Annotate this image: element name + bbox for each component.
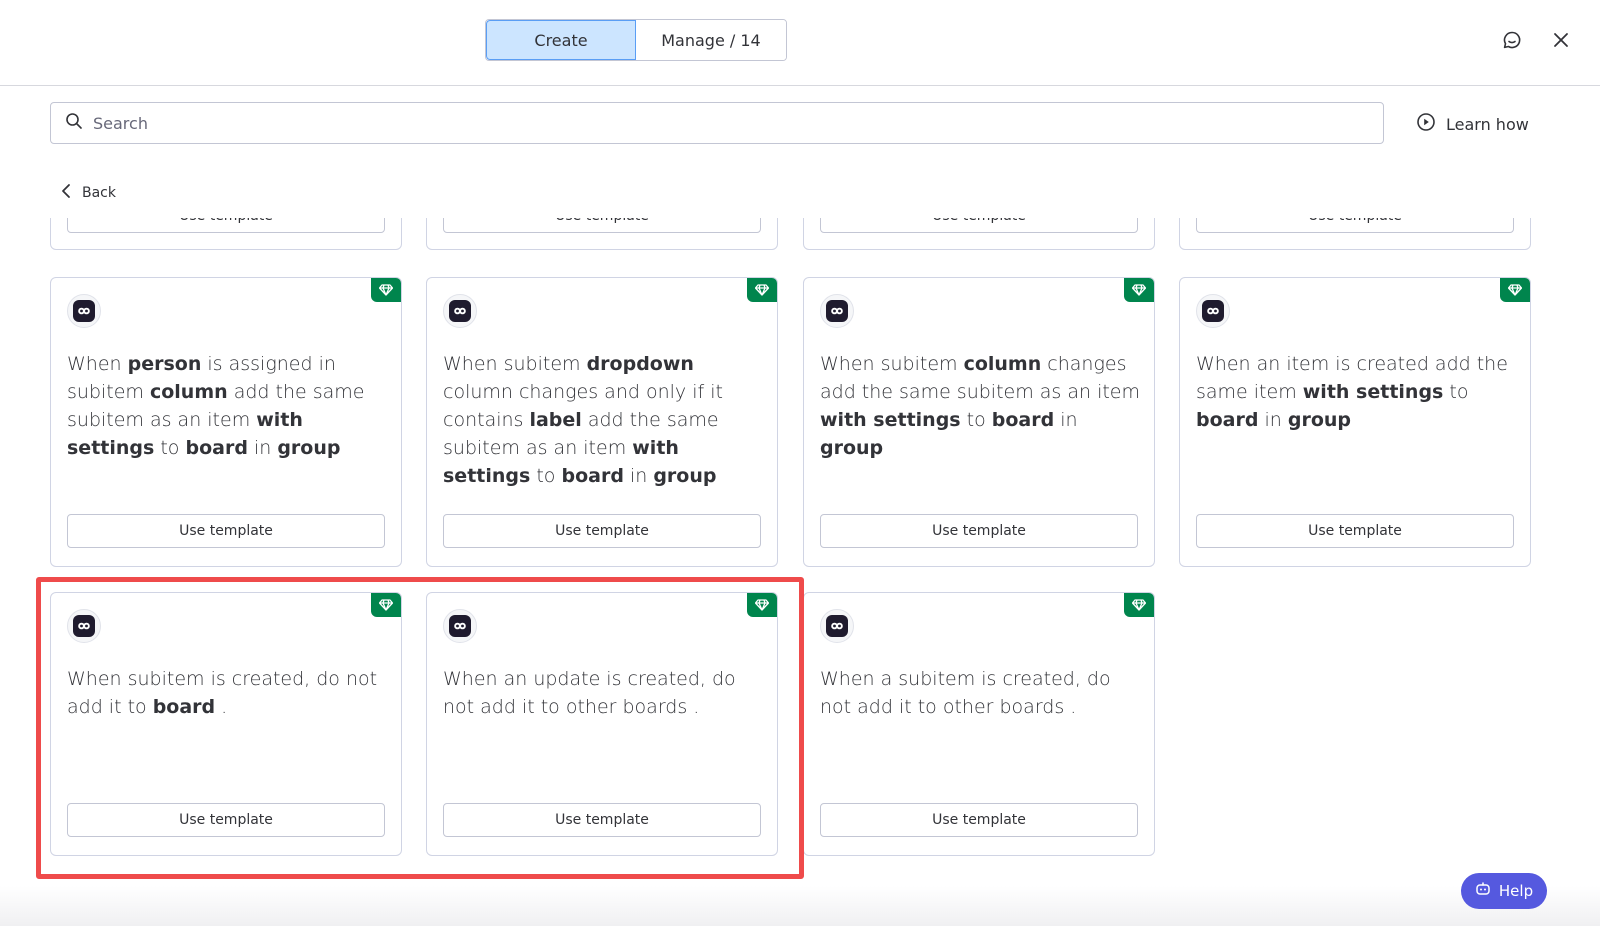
- play-circle-icon: [1416, 112, 1446, 136]
- chevron-left-icon: [60, 183, 82, 203]
- search-box: [50, 102, 1384, 144]
- template-card: When a subitem is created, do not add it…: [803, 592, 1155, 856]
- template-card: Use template: [50, 218, 402, 250]
- premium-diamond-icon: [1124, 593, 1154, 617]
- back-label: Back: [82, 185, 116, 201]
- premium-diamond-icon: [371, 278, 401, 302]
- template-card: When subitem dropdown column changes and…: [426, 277, 778, 567]
- template-card: Use template: [426, 218, 778, 250]
- use-template-button[interactable]: Use template: [1196, 218, 1514, 233]
- app-logo-icon: [443, 294, 477, 328]
- template-description: When subitem dropdown column changes and…: [443, 353, 723, 487]
- app-logo-icon: [67, 609, 101, 643]
- template-description: When an item is created add the same ite…: [1196, 353, 1508, 431]
- use-template-button[interactable]: Use template: [443, 803, 761, 837]
- premium-diamond-icon: [1124, 278, 1154, 302]
- app-logo-icon: [443, 609, 477, 643]
- template-keyword: group: [277, 437, 341, 459]
- bottom-shadow: [0, 886, 1600, 926]
- premium-diamond-icon: [747, 278, 777, 302]
- template-card: Use template: [1179, 218, 1531, 250]
- use-template-button[interactable]: Use template: [443, 218, 761, 233]
- template-card: Use template: [803, 218, 1155, 250]
- template-card: When subitem column changes add the same…: [803, 277, 1155, 567]
- template-card: When an item is created add the same ite…: [1179, 277, 1531, 567]
- template-card: When subitem is created, do not add it t…: [50, 592, 402, 856]
- use-template-button[interactable]: Use template: [820, 218, 1138, 233]
- template-keyword: group: [1287, 409, 1352, 431]
- learn-how-label: Learn how: [1446, 114, 1529, 134]
- template-card: When person is assigned in subitem colum…: [50, 277, 402, 567]
- tab-manage[interactable]: Manage / 14: [636, 20, 786, 60]
- use-template-button[interactable]: Use template: [443, 514, 761, 548]
- use-template-button[interactable]: Use template: [1196, 514, 1514, 548]
- template-grid: Use template Use template Use template U…: [0, 218, 1600, 926]
- app-logo-icon: [820, 294, 854, 328]
- tab-create[interactable]: Create: [486, 20, 636, 60]
- use-template-button[interactable]: Use template: [820, 514, 1138, 548]
- template-keyword: with settings: [820, 409, 961, 431]
- use-template-button[interactable]: Use template: [67, 218, 385, 233]
- back-button[interactable]: Back: [60, 183, 116, 203]
- template-keyword: person: [127, 353, 202, 375]
- template-keyword: group: [653, 465, 717, 487]
- search-icon: [65, 112, 83, 134]
- robot-icon: [1475, 882, 1499, 900]
- template-keyword: label: [529, 409, 582, 431]
- template-card: When an update is created, do not add it…: [426, 592, 778, 856]
- template-keyword: board: [561, 465, 624, 487]
- app-logo-icon: [1196, 294, 1230, 328]
- premium-diamond-icon: [371, 593, 401, 617]
- use-template-button[interactable]: Use template: [67, 514, 385, 548]
- help-label: Help: [1498, 882, 1534, 900]
- template-description: When subitem column changes add the same…: [820, 353, 1141, 459]
- use-template-button[interactable]: Use template: [820, 803, 1138, 837]
- template-keyword: dropdown: [586, 353, 694, 375]
- app-logo-icon: [820, 609, 854, 643]
- template-description: When an update is created, do not add it…: [443, 668, 736, 718]
- feedback-icon[interactable]: [1500, 28, 1524, 52]
- template-keyword: board: [991, 409, 1055, 431]
- top-bar: Create Manage / 14: [0, 0, 1600, 86]
- close-icon[interactable]: [1549, 28, 1573, 52]
- template-keyword: column: [963, 353, 1042, 375]
- template-keyword: board: [1196, 409, 1259, 431]
- search-input[interactable]: [93, 113, 1293, 133]
- view-tabs: Create Manage / 14: [485, 19, 787, 61]
- premium-diamond-icon: [747, 593, 777, 617]
- help-button[interactable]: Help: [1461, 873, 1547, 909]
- template-description: When subitem is created, do not add it t…: [67, 668, 378, 718]
- template-keyword: with settings: [1302, 381, 1444, 403]
- premium-diamond-icon: [1500, 278, 1530, 302]
- template-keyword: board: [152, 696, 216, 718]
- learn-how-link[interactable]: Learn how: [1416, 111, 1529, 137]
- use-template-button[interactable]: Use template: [67, 803, 385, 837]
- template-keyword: group: [820, 437, 884, 459]
- template-keyword: board: [185, 437, 248, 459]
- template-description: When person is assigned in subitem colum…: [67, 353, 365, 459]
- app-logo-icon: [67, 294, 101, 328]
- template-description: When a subitem is created, do not add it…: [820, 668, 1111, 718]
- template-keyword: column: [149, 381, 228, 403]
